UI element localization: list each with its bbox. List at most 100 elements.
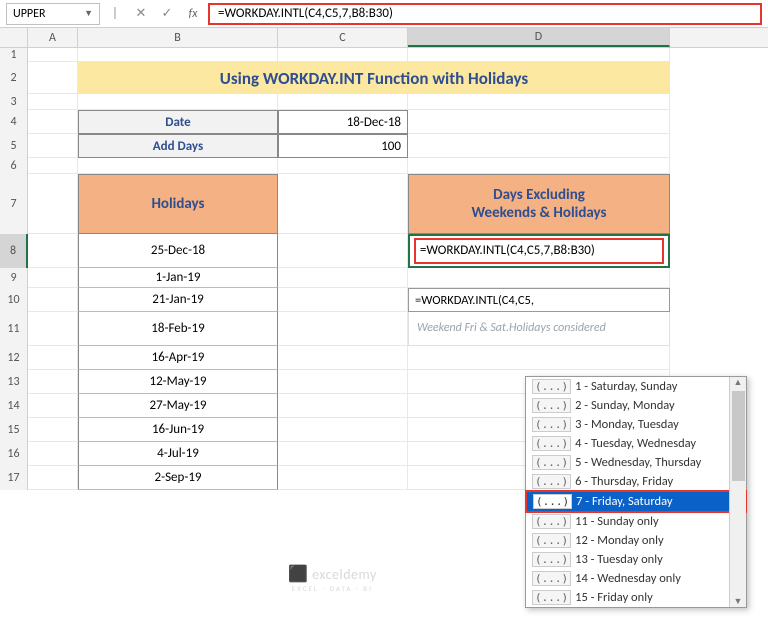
- cell[interactable]: [28, 94, 78, 110]
- holiday-cell[interactable]: 27-May-19: [78, 394, 278, 418]
- holiday-cell[interactable]: 12-May-19: [78, 370, 278, 394]
- cell[interactable]: [278, 370, 408, 394]
- holiday-cell[interactable]: 1-Jan-19: [78, 268, 278, 288]
- row-header[interactable]: 13: [0, 370, 28, 394]
- cell[interactable]: [28, 394, 78, 418]
- dropdown-item[interactable]: (...)11 - Sunday only: [526, 512, 746, 531]
- row-header[interactable]: 12: [0, 346, 28, 370]
- value-add-days[interactable]: 100: [278, 134, 408, 158]
- dropdown-item[interactable]: (...)5 - Wednesday, Thursday: [526, 453, 746, 472]
- pending-formula-cell[interactable]: =WORKDAY.INTL(C4,C5,: [408, 288, 670, 312]
- formula-bar-input[interactable]: =WORKDAY.INTL(C4,C5,7,B8:B30): [208, 3, 762, 25]
- cell[interactable]: [28, 158, 78, 174]
- col-header-b[interactable]: B: [78, 28, 278, 47]
- cell[interactable]: [408, 346, 670, 370]
- cell[interactable]: [28, 48, 78, 62]
- cancel-icon[interactable]: ✕: [130, 3, 152, 25]
- dropdown-item[interactable]: (...)7 - Friday, Saturday: [525, 490, 747, 513]
- holiday-cell[interactable]: 16-Jun-19: [78, 418, 278, 442]
- cell[interactable]: [278, 158, 408, 174]
- value-date[interactable]: 18-Dec-18: [278, 110, 408, 134]
- row-header[interactable]: 6: [0, 158, 28, 174]
- cell[interactable]: [278, 346, 408, 370]
- fx-icon[interactable]: fx: [182, 3, 204, 25]
- row-header[interactable]: 3: [0, 94, 28, 110]
- cell[interactable]: [408, 268, 670, 288]
- select-all-corner[interactable]: [0, 28, 28, 47]
- dropdown-item[interactable]: (...)2 - Sunday, Monday: [526, 396, 746, 415]
- scrollbar-thumb[interactable]: [732, 391, 745, 481]
- cell[interactable]: [28, 134, 78, 158]
- holiday-cell[interactable]: 25-Dec-18: [78, 234, 278, 268]
- cell[interactable]: [78, 48, 278, 62]
- row-header[interactable]: 8: [0, 234, 28, 268]
- cell[interactable]: [78, 158, 278, 174]
- dropdown-item[interactable]: (...)3 - Monday, Tuesday: [526, 415, 746, 434]
- cell[interactable]: [278, 394, 408, 418]
- weekend-dropdown[interactable]: (...)1 - Saturday, Sunday(...)2 - Sunday…: [525, 376, 747, 608]
- chevron-down-icon[interactable]: ▼: [84, 8, 93, 19]
- holiday-cell[interactable]: 18-Feb-19: [78, 312, 278, 346]
- row-header[interactable]: 7: [0, 174, 28, 234]
- holiday-cell[interactable]: 4-Jul-19: [78, 442, 278, 466]
- cell[interactable]: [278, 288, 408, 312]
- header-holidays[interactable]: Holidays: [78, 174, 278, 234]
- cell[interactable]: [78, 94, 278, 110]
- cell[interactable]: [28, 312, 78, 346]
- row-header[interactable]: 17: [0, 466, 28, 490]
- row-header[interactable]: 16: [0, 442, 28, 466]
- row-header[interactable]: 4: [0, 110, 28, 134]
- row-header[interactable]: 2: [0, 62, 28, 94]
- cell[interactable]: [28, 62, 78, 94]
- dropdown-item[interactable]: (...)4 - Tuesday, Wednesday: [526, 434, 746, 453]
- cell[interactable]: [28, 288, 78, 312]
- cell[interactable]: [408, 48, 670, 62]
- header-days-excluding[interactable]: Days ExcludingWeekends & Holidays: [408, 174, 670, 234]
- col-header-d[interactable]: D: [408, 28, 670, 47]
- holiday-cell[interactable]: 2-Sep-19: [78, 466, 278, 490]
- cell[interactable]: [28, 370, 78, 394]
- scrollbar[interactable]: ▲ ▼: [729, 377, 746, 607]
- row-header[interactable]: 14: [0, 394, 28, 418]
- cell[interactable]: [28, 418, 78, 442]
- cell[interactable]: [278, 94, 408, 110]
- row-header[interactable]: 11: [0, 312, 28, 346]
- dropdown-item[interactable]: (...)14 - Wednesday only: [526, 569, 746, 588]
- label-date[interactable]: Date: [78, 110, 278, 134]
- row-header[interactable]: 1: [0, 48, 28, 62]
- cell[interactable]: [278, 418, 408, 442]
- dropdown-item[interactable]: (...)1 - Saturday, Sunday: [526, 377, 746, 396]
- cell[interactable]: [278, 48, 408, 62]
- dropdown-item[interactable]: (...)15 - Friday only: [526, 588, 746, 607]
- cell[interactable]: [28, 268, 78, 288]
- dropdown-item[interactable]: (...)13 - Tuesday only: [526, 550, 746, 569]
- cell[interactable]: [278, 466, 408, 490]
- col-header-a[interactable]: A: [28, 28, 78, 47]
- cell[interactable]: [28, 174, 78, 234]
- dropdown-item[interactable]: (...)12 - Monday only: [526, 531, 746, 550]
- cell[interactable]: [28, 110, 78, 134]
- cell[interactable]: [28, 346, 78, 370]
- cell[interactable]: [278, 174, 408, 234]
- label-add-days[interactable]: Add Days: [78, 134, 278, 158]
- cell[interactable]: [408, 94, 670, 110]
- cell[interactable]: [278, 312, 408, 346]
- cell[interactable]: [278, 234, 408, 268]
- cell[interactable]: [408, 134, 670, 158]
- holiday-cell[interactable]: 21-Jan-19: [78, 288, 278, 312]
- row-header[interactable]: 10: [0, 288, 28, 312]
- col-header-c[interactable]: C: [278, 28, 408, 47]
- cell[interactable]: [278, 442, 408, 466]
- name-box[interactable]: UPPER ▼: [6, 3, 100, 25]
- row-header[interactable]: 9: [0, 268, 28, 288]
- cell[interactable]: [28, 466, 78, 490]
- holiday-cell[interactable]: 16-Apr-19: [78, 346, 278, 370]
- cell[interactable]: [28, 234, 78, 268]
- cell[interactable]: [28, 442, 78, 466]
- cell[interactable]: [278, 268, 408, 288]
- page-title[interactable]: Using WORKDAY.INT Function with Holidays: [78, 62, 670, 94]
- cell[interactable]: [408, 110, 670, 134]
- row-header[interactable]: 5: [0, 134, 28, 158]
- accept-icon[interactable]: ✓: [156, 3, 178, 25]
- row-header[interactable]: 15: [0, 418, 28, 442]
